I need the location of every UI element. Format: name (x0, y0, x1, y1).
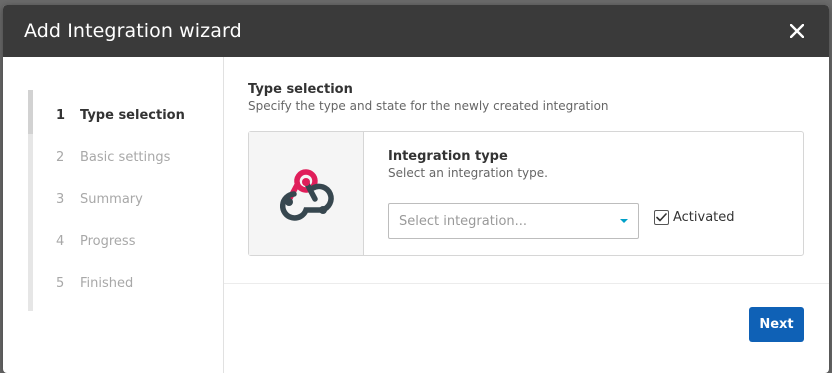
step-label: Type selection (80, 107, 185, 123)
dialog-header: Add Integration wizard (3, 5, 829, 57)
dialog-body: 1 Type selection 2 Basic settings 3 Summ… (3, 57, 829, 373)
step-label: Finished (80, 275, 134, 291)
integration-type-help: Select an integration type. (388, 166, 548, 180)
next-button[interactable]: Next (749, 307, 804, 342)
step-number: 3 (56, 191, 65, 207)
chevron-down-icon (620, 219, 628, 223)
activated-label: Activated (673, 210, 735, 225)
step-finished[interactable]: 5 Finished (56, 273, 133, 293)
step-label: Progress (80, 233, 136, 249)
step-basic-settings[interactable]: 2 Basic settings (56, 147, 170, 167)
activated-checkbox[interactable] (654, 210, 669, 225)
step-summary[interactable]: 3 Summary (56, 189, 143, 209)
close-icon (790, 24, 804, 38)
step-label: Basic settings (80, 149, 171, 165)
step-number: 1 (56, 107, 66, 123)
step-label: Summary (80, 191, 143, 207)
step-progress[interactable]: 4 Progress (56, 231, 135, 251)
step-number: 5 (56, 275, 65, 291)
wizard-stepper: 1 Type selection 2 Basic settings 3 Summ… (3, 57, 224, 373)
card-icon-area (249, 132, 364, 255)
webhook-icon (279, 168, 334, 221)
close-button[interactable] (785, 19, 809, 43)
section-description: Specify the type and state for the newly… (248, 99, 609, 113)
wizard-content: Type selection Specify the type and stat… (248, 57, 804, 287)
checkmark-icon (656, 213, 667, 222)
integration-type-card: Integration type Select an integration t… (248, 131, 804, 256)
add-integration-dialog: Add Integration wizard 1 Type selection … (3, 5, 829, 373)
dialog-title: Add Integration wizard (24, 20, 242, 42)
footer-divider (224, 283, 829, 284)
step-number: 4 (56, 233, 65, 249)
step-type-selection[interactable]: 1 Type selection (56, 105, 185, 125)
stepper-active-indicator (28, 90, 33, 134)
section-title: Type selection (248, 82, 353, 97)
step-number: 2 (56, 149, 65, 165)
activated-checkbox-control[interactable]: Activated (654, 210, 735, 225)
integration-type-label: Integration type (388, 149, 508, 164)
integration-type-select[interactable]: Select integration... (388, 203, 639, 239)
select-placeholder: Select integration... (399, 213, 528, 229)
